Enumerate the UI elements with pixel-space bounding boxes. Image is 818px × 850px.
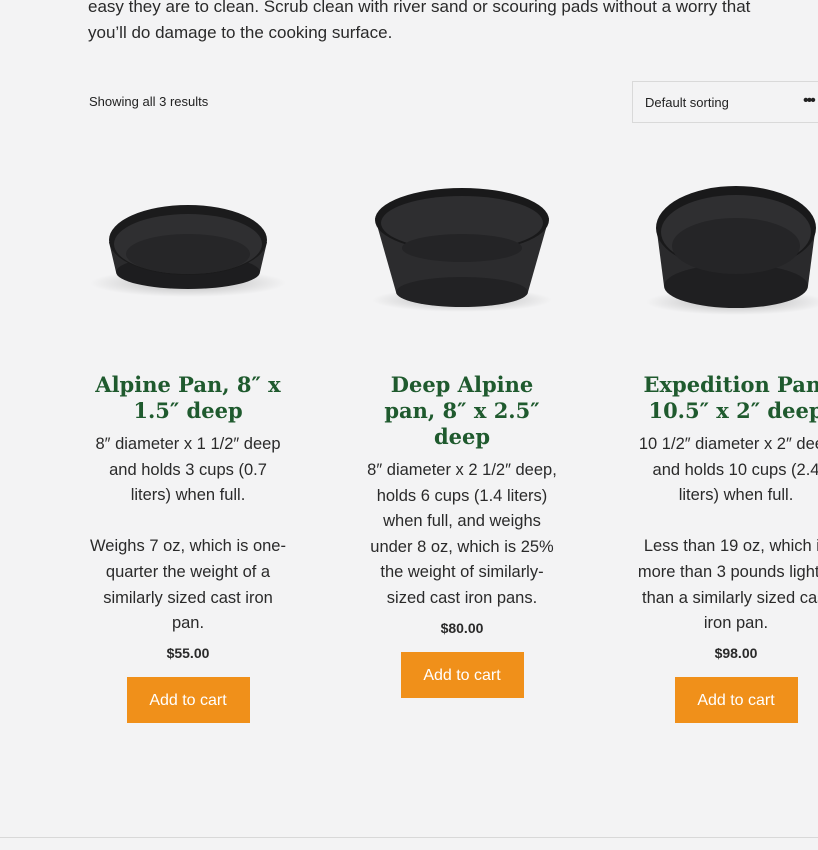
sorting-selected-label: Default sorting xyxy=(645,95,729,110)
product-image[interactable] xyxy=(88,160,288,360)
pan-expedition-image xyxy=(646,186,818,315)
product-image[interactable] xyxy=(362,160,562,360)
intro-line-2: you’ll do damage to the cooking surface. xyxy=(88,23,393,42)
add-to-cart-button[interactable]: Add to cart xyxy=(126,676,250,723)
product-price: $98.00 xyxy=(714,644,758,661)
product-description-para: 8″ diameter x 2 1/2″ deep, holds 6 cups … xyxy=(367,461,557,607)
product-description-para: 10 1/2″ diameter x 2″ deep and holds 10 … xyxy=(638,435,818,505)
product-price: $55.00 xyxy=(166,644,210,661)
product-description-para: Weighs 7 oz, which is one-quarter the we… xyxy=(90,537,286,633)
product-image[interactable] xyxy=(636,160,818,360)
shop-page: easy they are to clean. Scrub clean with… xyxy=(0,0,818,850)
pan-shallow-image xyxy=(90,205,286,297)
product-description-para: Less than 19 oz, which is more than 3 po… xyxy=(637,537,818,633)
sorting-select[interactable]: Default sorting ••• xyxy=(632,81,818,123)
product-description: 10 1/2″ diameter x 2″ deep and holds 10 … xyxy=(636,432,818,637)
intro-text: easy they are to clean. Scrub clean with… xyxy=(88,0,751,46)
product-price: $80.00 xyxy=(440,619,484,636)
product-description-para: 8″ diameter x 1 1/2″ deep and holds 3 cu… xyxy=(95,435,281,505)
product-title[interactable]: Alpine Pan, 8″ x 1.5″ deep xyxy=(88,372,288,424)
footer-divider xyxy=(0,837,818,838)
product-card: Deep Alpine pan, 8″ x 2.5″ deep 8″ diame… xyxy=(362,160,562,698)
intro-line-1: easy they are to clean. Scrub clean with… xyxy=(88,0,751,16)
result-count: Showing all 3 results xyxy=(89,94,209,109)
product-title[interactable]: Expedition Pan, 10.5″ x 2″ deep xyxy=(636,372,818,424)
product-title[interactable]: Deep Alpine pan, 8″ x 2.5″ deep xyxy=(362,372,562,450)
product-card: Expedition Pan, 10.5″ x 2″ deep 10 1/2″ … xyxy=(636,160,818,723)
product-description: 8″ diameter x 2 1/2″ deep, holds 6 cups … xyxy=(362,458,562,612)
add-to-cart-button[interactable]: Add to cart xyxy=(674,676,798,723)
pan-deep-image xyxy=(372,188,552,312)
add-to-cart-button[interactable]: Add to cart xyxy=(400,651,524,698)
product-description: 8″ diameter x 1 1/2″ deep and holds 3 cu… xyxy=(88,432,288,637)
dots-icon: ••• xyxy=(803,92,816,109)
product-card: Alpine Pan, 8″ x 1.5″ deep 8″ diameter x… xyxy=(88,160,288,723)
